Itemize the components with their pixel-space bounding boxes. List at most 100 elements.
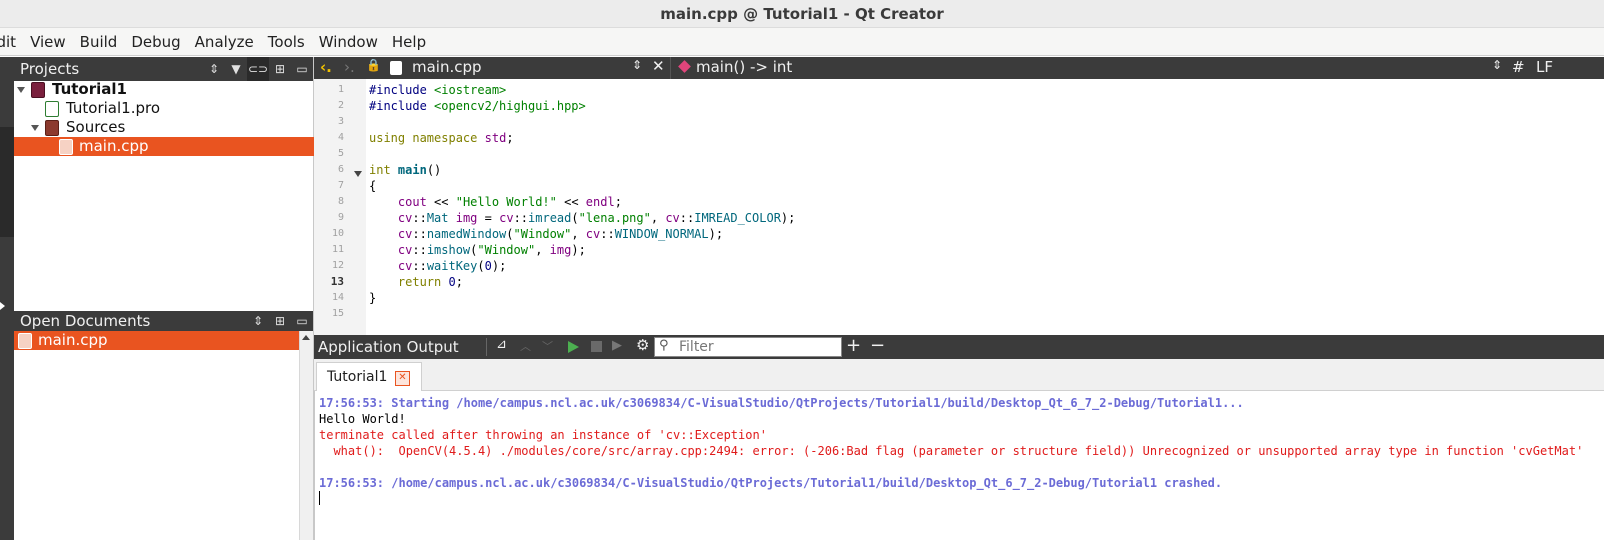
text-cursor (319, 491, 320, 505)
code-line: return 0; (397, 275, 463, 289)
menu-debug[interactable]: Debug (124, 33, 187, 51)
settings-gear-icon[interactable]: ⚙ (636, 336, 649, 354)
code-line: cout << "Hello World!" << endl; (397, 195, 622, 209)
tree-item-main-cpp[interactable]: main.cpp (14, 137, 314, 156)
mode-edit-selected[interactable] (0, 127, 14, 237)
view-switch-icon[interactable]: ⇕ (247, 311, 269, 331)
code-line: { (369, 179, 377, 193)
tree-label: Tutorial1 (52, 80, 127, 98)
menu-view[interactable]: View (23, 33, 73, 51)
line-number: 2 (337, 100, 344, 111)
back-icon[interactable]: ‹. (320, 58, 332, 76)
fold-marker-icon[interactable] (354, 171, 362, 177)
menu-window[interactable]: Window (312, 33, 385, 51)
application-output-text[interactable]: 17:56:53: Starting /home/campus.ncl.ac.u… (314, 391, 1604, 540)
tree-label: Sources (66, 118, 126, 136)
view-switch-icon[interactable]: ⇕ (203, 57, 225, 81)
divider (670, 57, 671, 79)
output-pane-title: Application Output (318, 338, 459, 356)
output-line: 17:56:53: /home/campus.ncl.ac.uk/c306983… (319, 476, 1223, 490)
editor-toolbar: ‹. ›. 🔒 main.cpp ⇕ ✕ main() -> int ⇕ # L… (314, 57, 1604, 79)
forward-icon[interactable]: ›. (344, 58, 355, 76)
expand-arrow-icon[interactable] (0, 302, 5, 310)
window-title: main.cpp @ Tutorial1 - Qt Creator (0, 0, 1604, 28)
tree-label: Tutorial1.pro (66, 99, 160, 117)
function-symbol-icon (678, 60, 691, 73)
filter-icon[interactable]: ▼ (225, 57, 247, 81)
output-toolbar: Application Output ⊿ ︿ ﹀ ▶ ⚙ ⚲ Filter + … (314, 335, 1604, 359)
close-tab-icon[interactable]: ✕ (395, 371, 410, 386)
zoom-out-icon[interactable]: − (870, 335, 885, 356)
output-tab-label: Tutorial1 (327, 369, 388, 385)
cpp-file-icon (59, 139, 73, 155)
output-line: what(): OpenCV(4.5.4) ./modules/core/src… (319, 444, 1584, 458)
current-file-selector[interactable]: main.cpp (412, 58, 482, 76)
line-number: 6 (337, 164, 344, 175)
line-number-gutter: 1 2 3 4 5 6 7 8 9 10 11 12 13 14 15 (314, 79, 366, 335)
line-number: 10 (331, 228, 344, 239)
filter-input-box[interactable]: ⚲ Filter (654, 337, 842, 357)
search-icon: ⚲ (659, 338, 669, 353)
projects-panel: Projects ⇕ ▼ ⊂⊃ ⊞ ▭ Tutorial1 Tutorial1.… (14, 57, 314, 311)
run-icon[interactable] (568, 341, 579, 353)
expand-triangle-icon[interactable] (31, 125, 39, 131)
line-number: 4 (337, 132, 344, 143)
line-number: 8 (337, 196, 344, 207)
code-line: cv::namedWindow("Window", cv::WINDOW_NOR… (397, 227, 724, 241)
output-line: 17:56:53: Starting /home/campus.ncl.ac.u… (319, 396, 1244, 410)
line-number-current: 13 (330, 275, 344, 288)
open-documents-header: Open Documents ⇕ ⊞ ▭ (14, 311, 313, 331)
output-line: Hello World! (319, 412, 406, 426)
tree-item-sources[interactable]: Sources (14, 118, 314, 137)
code-line: using namespace std; (369, 131, 514, 145)
line-number: 3 (337, 116, 344, 127)
menu-bar: Edit View Build Debug Analyze Tools Wind… (0, 28, 1604, 56)
stop-icon[interactable] (591, 341, 602, 352)
code-line: } (369, 291, 377, 305)
menu-edit[interactable]: Edit (0, 33, 23, 51)
code-line: cv::waitKey(0); (397, 259, 507, 273)
menu-build[interactable]: Build (73, 33, 125, 51)
line-number: 5 (337, 148, 344, 159)
line-number: 7 (337, 180, 344, 191)
previous-item-icon[interactable]: ︿ (520, 338, 531, 354)
zoom-in-icon[interactable]: + (846, 335, 861, 356)
line-number: 11 (331, 244, 344, 255)
scroll-up-icon[interactable] (302, 335, 310, 340)
clear-output-icon[interactable]: ⊿ (496, 337, 507, 352)
line-ending-indicator[interactable]: LF (1536, 58, 1553, 76)
code-editor[interactable]: 1 2 3 4 5 6 7 8 9 10 11 12 13 14 15 #inc… (314, 79, 1604, 335)
cpp-file-icon (390, 61, 402, 75)
pro-file-icon (45, 101, 59, 117)
code-line: #include <opencv2/highgui.hpp> (369, 99, 586, 113)
folder-icon (45, 120, 59, 136)
close-panel-icon[interactable]: ▭ (291, 311, 313, 331)
vertical-scrollbar[interactable] (299, 331, 313, 540)
line-number: 14 (331, 292, 344, 303)
open-document-main-cpp[interactable]: main.cpp (14, 331, 300, 350)
tree-item-pro-file[interactable]: Tutorial1.pro (14, 99, 314, 118)
code-line: #include <iostream> (369, 83, 507, 97)
close-file-icon[interactable]: ✕ (652, 57, 665, 75)
output-line: terminate called after throwing an insta… (319, 428, 767, 442)
file-dropdown-arrows-icon[interactable]: ⇕ (632, 58, 642, 72)
attach-debugger-icon[interactable]: ▶ (612, 338, 622, 353)
tree-item-tutorial1-project[interactable]: Tutorial1 (14, 80, 314, 99)
lock-icon[interactable]: 🔒 (366, 58, 381, 72)
split-icon[interactable]: ⊞ (269, 311, 291, 331)
link-editor-icon[interactable]: ⊂⊃ (247, 57, 269, 81)
menu-tools[interactable]: Tools (261, 33, 312, 51)
symbol-dropdown-arrows-icon[interactable]: ⇕ (1492, 58, 1502, 72)
encoding-hash[interactable]: # (1512, 58, 1525, 76)
close-panel-icon[interactable]: ▭ (291, 57, 313, 81)
menu-help[interactable]: Help (385, 33, 433, 51)
menu-analyze[interactable]: Analyze (188, 33, 261, 51)
filter-placeholder: Filter (679, 339, 714, 355)
projects-panel-header: Projects ⇕ ▼ ⊂⊃ ⊞ ▭ (14, 57, 313, 81)
expand-triangle-icon[interactable] (17, 87, 25, 93)
next-item-icon[interactable]: ﹀ (542, 338, 553, 354)
mode-sidebar (0, 57, 14, 540)
symbol-selector[interactable]: main() -> int (696, 58, 792, 76)
output-tab-tutorial1[interactable]: Tutorial1 ✕ (316, 362, 422, 392)
split-icon[interactable]: ⊞ (269, 57, 291, 81)
